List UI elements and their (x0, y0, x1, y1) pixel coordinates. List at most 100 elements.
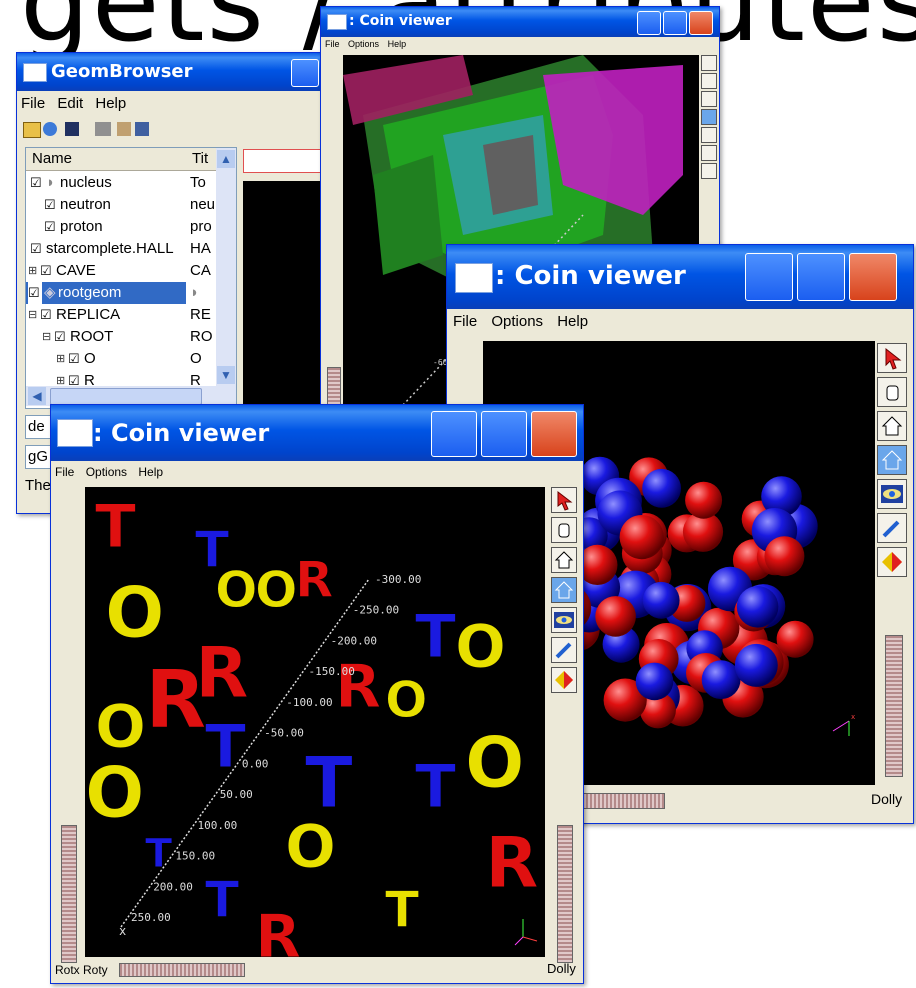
checkbox-icon[interactable]: ☑ (40, 304, 54, 326)
minimize-button[interactable] (291, 59, 319, 87)
geom-browser-titlebar[interactable]: GeomBrowser (17, 53, 347, 91)
export-icon[interactable] (117, 122, 131, 136)
collapse-minus-icon[interactable]: ⊟ (28, 304, 40, 326)
coin-viewer-mid-right-wheel[interactable] (885, 635, 903, 777)
checkbox-icon[interactable]: ☑ (68, 348, 82, 370)
scroll-down-icon[interactable]: ▼ (217, 366, 235, 384)
hand-icon[interactable] (701, 73, 717, 89)
minimize-button[interactable] (637, 11, 661, 35)
axis-tick-label: 0.00 (242, 757, 269, 770)
maximize-button[interactable] (797, 253, 845, 301)
menu-options[interactable]: Options (348, 39, 379, 49)
expand-plus-icon[interactable]: ⊞ (28, 260, 40, 282)
scroll-up-icon[interactable]: ▲ (217, 150, 235, 168)
tree-vertical-scrollbar[interactable]: ▲ ▼ (216, 148, 236, 386)
tree-row[interactable]: ⊞ ☑ CAVE CA (26, 260, 236, 282)
tree-row[interactable]: ☑ neutron neu (26, 194, 236, 216)
menu-help[interactable]: Help (557, 313, 588, 330)
checkbox-icon[interactable]: ☑ (30, 238, 44, 260)
view-all-eye-icon[interactable] (551, 607, 577, 633)
home-icon[interactable] (551, 547, 577, 573)
expand-plus-icon[interactable]: ⊞ (56, 348, 68, 370)
minimize-button[interactable] (745, 253, 793, 301)
refresh-icon[interactable] (43, 122, 57, 136)
view-all-eye-icon[interactable] (877, 479, 907, 509)
menu-edit[interactable]: Edit (57, 95, 83, 112)
menu-file[interactable]: File (453, 313, 477, 330)
minimize-button[interactable] (431, 411, 477, 457)
seek-icon[interactable] (877, 513, 907, 543)
coin-viewer-top-titlebar[interactable]: : Coin viewer (321, 7, 719, 37)
checkbox-icon[interactable]: ☑ (44, 194, 58, 216)
set-home-icon[interactable] (877, 445, 907, 475)
menu-help[interactable]: Help (138, 465, 163, 479)
set-home-icon[interactable] (701, 109, 717, 125)
settings-icon[interactable] (135, 122, 149, 136)
tree-row[interactable]: ⊟ ☑ ROOT RO (26, 326, 236, 348)
home-icon[interactable] (701, 91, 717, 107)
tree-row[interactable]: ⊞ ☑ O O (26, 348, 236, 370)
collapse-minus-icon[interactable]: ⊟ (42, 326, 54, 348)
tree-horizontal-scrollbar[interactable]: ◀ (26, 386, 236, 406)
coin-viewer-mid-titlebar[interactable]: : Coin viewer (447, 245, 913, 309)
tree-row-title: neu (190, 196, 216, 213)
tree-row-title: pro (190, 218, 212, 235)
tree-row[interactable]: ☑ starcomplete.HALL HA (26, 238, 236, 260)
set-home-icon[interactable] (551, 577, 577, 603)
select-arrow-icon[interactable] (551, 487, 577, 513)
menu-options[interactable]: Options (491, 313, 543, 330)
menu-help[interactable]: Help (388, 39, 407, 49)
hand-icon[interactable] (551, 517, 577, 543)
draw-style-icon[interactable] (551, 667, 577, 693)
open-folder-icon[interactable] (23, 122, 41, 138)
letter-3d: T (205, 712, 246, 782)
tree-row[interactable]: ☑ proton pro (26, 216, 236, 238)
checkbox-icon[interactable]: ☑ (54, 326, 68, 348)
coin-viewer-mid-bottom-wheel[interactable] (577, 793, 665, 809)
tree-header-title[interactable]: Tit (192, 150, 208, 167)
coin-viewer-front-titlebar[interactable]: : Coin viewer (51, 405, 583, 461)
coin-viewer-front-viewport[interactable]: TOROTOORTORTROTOTORTORTT -300.00 -250.00-… (85, 487, 545, 957)
menu-file[interactable]: File (55, 465, 74, 479)
seek-icon[interactable] (701, 145, 717, 161)
scroll-left-icon[interactable]: ◀ (28, 387, 46, 405)
coin-viewer-front-bottom-wheel[interactable] (119, 963, 245, 977)
tree-row[interactable]: ⊟ ☑ REPLICA RE (26, 304, 236, 326)
select-arrow-icon[interactable] (701, 55, 717, 71)
tree-row-label: proton (60, 218, 103, 235)
letter-3d: T (385, 881, 419, 939)
geometry-tree[interactable]: Name Tit ☑ ◗ nucleus To ☑ neutron neu ☑ … (25, 147, 237, 409)
checkbox-icon[interactable]: ☑ (30, 172, 44, 194)
close-button[interactable] (689, 11, 713, 35)
geometry-icon: ◈ (44, 284, 56, 301)
close-button[interactable] (531, 411, 577, 457)
tree-header-name[interactable]: Name (32, 150, 72, 167)
menu-file[interactable]: File (21, 95, 45, 112)
draw-style-icon[interactable] (877, 547, 907, 577)
select-arrow-icon[interactable] (877, 343, 907, 373)
coin-viewer-front-right-wheel[interactable] (557, 825, 573, 963)
draw-style-icon[interactable] (701, 163, 717, 179)
maximize-button[interactable] (663, 11, 687, 35)
home-icon[interactable] (877, 411, 907, 441)
hand-icon[interactable] (877, 377, 907, 407)
checkbox-icon[interactable]: ☑ (40, 260, 54, 282)
save-disk-icon[interactable] (65, 122, 79, 136)
seek-icon[interactable] (551, 637, 577, 663)
checkbox-icon[interactable]: ☑ (28, 282, 42, 304)
menu-help[interactable]: Help (95, 95, 126, 112)
coin-viewer-front-left-wheel[interactable] (61, 825, 77, 963)
menu-file[interactable]: File (325, 39, 340, 49)
scroll-thumb[interactable] (50, 388, 202, 405)
view-all-eye-icon[interactable] (701, 127, 717, 143)
checkbox-icon[interactable]: ☑ (44, 216, 58, 238)
print-icon[interactable] (95, 122, 111, 136)
coin-viewer-top-menubar: File Options Help (321, 39, 719, 53)
rotx-roty-label: Rotx Roty (55, 963, 108, 977)
tree-row-selected[interactable]: ☑ ◈ rootgeom (26, 282, 186, 304)
maximize-button[interactable] (481, 411, 527, 457)
close-button[interactable] (849, 253, 897, 301)
letter-3d: T (145, 831, 173, 877)
menu-options[interactable]: Options (86, 465, 127, 479)
tree-row[interactable]: ☑ ◗ nucleus To (26, 172, 236, 194)
